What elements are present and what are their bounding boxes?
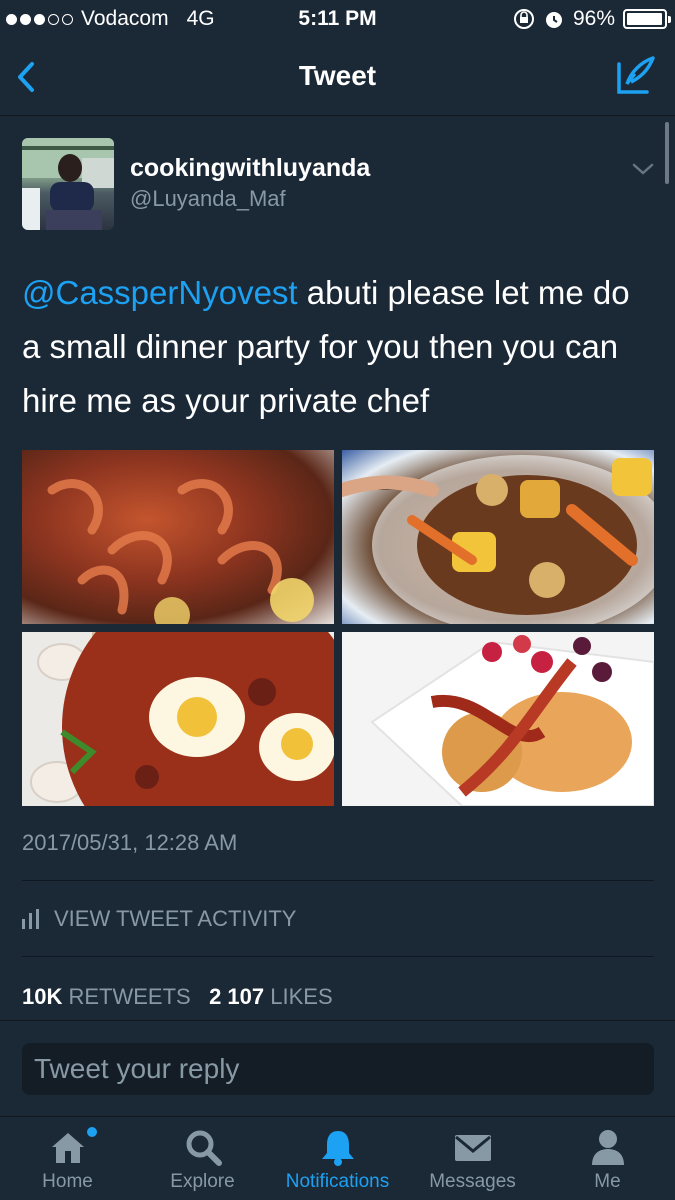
likes-stat[interactable]: 2 107 LIKES — [209, 984, 333, 1009]
tab-messages[interactable]: Messages — [405, 1117, 540, 1200]
tab-label: Home — [42, 1171, 93, 1192]
page-title: Tweet — [298, 60, 377, 91]
battery-percent: 96% — [572, 7, 615, 30]
tab-label: Explore — [170, 1171, 235, 1192]
retweet-label: RETWEETS — [68, 984, 191, 1009]
search-icon — [186, 1130, 222, 1166]
like-count: 2 107 — [209, 984, 265, 1009]
tab-bar: Home Explore Notifications Messages Me — [0, 1116, 675, 1200]
tweet-stats: 10K RETWEETS 2 107 LIKES — [22, 984, 333, 1010]
tweet-text: @CassperNyovest abuti please let me do a… — [22, 266, 654, 428]
status-bar: Vodacom 4G 5:11 PM 96% — [0, 0, 675, 38]
rotation-lock-icon — [513, 9, 534, 29]
media-photo-prawns[interactable] — [22, 450, 334, 624]
user-handle[interactable]: @Luyanda_Maf — [130, 186, 286, 212]
view-tweet-activity-button[interactable]: VIEW TWEET ACTIVITY — [22, 906, 296, 932]
status-right: 96% — [513, 7, 671, 31]
notification-dot — [87, 1127, 97, 1137]
media-photo-french-toast[interactable] — [342, 632, 654, 806]
user-display-name[interactable]: cookingwithluyanda — [130, 154, 370, 183]
tweet-timestamp: 2017/05/31, 12:28 AM — [22, 830, 238, 855]
avatar[interactable] — [22, 138, 114, 230]
divider — [22, 956, 654, 957]
battery-icon — [623, 9, 671, 29]
media-photo-stew[interactable] — [342, 450, 654, 624]
tab-label: Me — [594, 1171, 621, 1192]
activity-label: VIEW TWEET ACTIVITY — [54, 906, 297, 931]
alarm-icon — [545, 12, 562, 28]
divider — [22, 880, 654, 881]
tab-home[interactable]: Home — [0, 1117, 135, 1200]
nav-bar: Tweet — [0, 38, 675, 116]
retweet-count: 10K — [22, 984, 63, 1009]
person-icon — [591, 1130, 624, 1165]
envelope-icon — [454, 1135, 491, 1161]
mention-link[interactable]: @CassperNyovest — [22, 274, 298, 311]
tab-notifications[interactable]: Notifications — [270, 1117, 405, 1200]
bell-icon — [321, 1131, 354, 1166]
like-label: LIKES — [270, 984, 333, 1009]
compose-tweet-icon[interactable] — [615, 54, 657, 96]
media-photo-shakshuka[interactable] — [22, 632, 334, 806]
home-icon — [51, 1133, 84, 1163]
reply-bar — [0, 1020, 675, 1116]
tab-me[interactable]: Me — [540, 1117, 675, 1200]
scrollbar[interactable] — [665, 122, 669, 184]
media-grid — [22, 450, 654, 806]
tab-label: Messages — [429, 1171, 516, 1192]
bar-chart-icon — [22, 909, 39, 929]
chevron-down-icon[interactable] — [632, 162, 654, 176]
tab-explore[interactable]: Explore — [135, 1117, 270, 1200]
retweets-stat[interactable]: 10K RETWEETS — [22, 984, 191, 1009]
tab-label: Notifications — [285, 1171, 390, 1192]
reply-input[interactable] — [22, 1043, 654, 1095]
